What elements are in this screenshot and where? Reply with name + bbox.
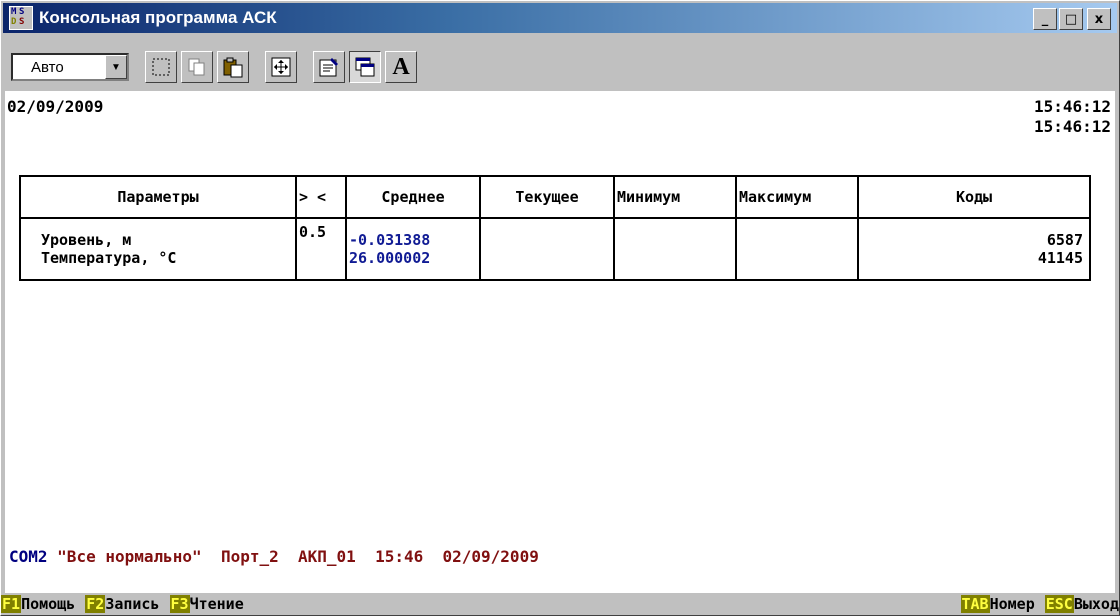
code-value: 6587	[1046, 231, 1083, 249]
copy-button[interactable]	[181, 51, 213, 83]
function-key-bar: F1 Помощь F2 Запись F3 Чтение TAB Номер ESC В…	[1, 593, 1119, 615]
window-title: Консольная программа АСК	[39, 8, 277, 27]
col-codes: Коды	[857, 175, 1091, 219]
col-threshold: > <	[295, 175, 347, 219]
copy-icon	[188, 58, 205, 76]
properties-icon	[319, 58, 338, 77]
table-row: Уровень, м Температура, °С 0.5 -0.031388…	[19, 217, 1091, 281]
chevron-down-icon[interactable]: ▼	[105, 55, 127, 79]
paste-button[interactable]	[217, 51, 249, 83]
properties-button[interactable]	[313, 51, 345, 83]
font-size-select[interactable]: Авто ▼	[11, 53, 129, 81]
status-message: "Все нормально"	[57, 547, 202, 566]
status-date: 02/09/2009	[442, 547, 539, 566]
cell-threshold: 0.5	[295, 217, 347, 281]
fkey-esc-label: Выход	[1073, 595, 1119, 613]
cell-avg: -0.031388 26.000002	[345, 217, 481, 281]
background-icon	[355, 57, 375, 77]
console-output: 02/09/2009 15:46:12 15:46:12 Параметры >…	[5, 91, 1115, 611]
ms-dos-icon: MS DS	[9, 6, 33, 30]
fkey-f1[interactable]: F1	[1, 595, 22, 613]
status-port-name: Порт_2	[220, 547, 279, 566]
avg-value: 26.000002	[349, 249, 431, 267]
fkey-tab-label: Номер	[989, 595, 1035, 613]
col-min: Минимум	[613, 175, 737, 219]
cell-params: Уровень, м Температура, °С	[19, 217, 297, 281]
fkey-f3-label: Чтение	[189, 595, 244, 613]
paste-icon	[223, 57, 243, 78]
font-icon: A	[392, 53, 410, 80]
table-header-row: Параметры > < Среднее Текущее Минимум Ма…	[19, 175, 1091, 219]
background-button[interactable]	[349, 51, 381, 83]
fkey-f2-label: Запись	[105, 595, 160, 613]
fullscreen-button[interactable]	[265, 51, 297, 83]
console-window: MS DS Консольная программа АСК _ □ x Авт…	[0, 0, 1120, 616]
minimize-button[interactable]: _	[1033, 8, 1057, 30]
status-time: 15:46	[375, 547, 424, 566]
fkey-f3[interactable]: F3	[169, 595, 190, 613]
cell-current	[479, 217, 615, 281]
col-avg: Среднее	[345, 175, 481, 219]
col-max: Максимум	[735, 175, 859, 219]
close-button[interactable]: x	[1087, 8, 1111, 30]
header-time-2: 15:46:12	[1033, 117, 1111, 136]
status-device: АКП_01	[298, 547, 356, 566]
cell-codes: 6587 41145	[857, 217, 1091, 281]
col-params: Параметры	[19, 175, 297, 219]
fkey-tab[interactable]: TAB	[960, 595, 990, 613]
fkey-f1-label: Помощь	[21, 595, 76, 613]
cell-min	[613, 217, 737, 281]
fkey-f2[interactable]: F2	[85, 595, 106, 613]
toolbar: Авто ▼ A	[3, 35, 1117, 91]
fkey-esc[interactable]: ESC	[1044, 595, 1074, 613]
param-name: Уровень, м	[41, 231, 132, 249]
font-button[interactable]: A	[385, 51, 417, 83]
fullscreen-icon	[271, 57, 291, 77]
header-time-1: 15:46:12	[1033, 97, 1111, 116]
status-port: COM2	[9, 547, 48, 566]
title-bar[interactable]: MS DS Консольная программа АСК _ □ x	[3, 3, 1117, 33]
param-name: Температура, °С	[41, 249, 177, 267]
header-date: 02/09/2009	[7, 97, 104, 116]
font-size-value: Авто	[31, 58, 64, 76]
col-current: Текущее	[479, 175, 615, 219]
mark-button[interactable]	[145, 51, 177, 83]
mark-icon	[152, 58, 170, 76]
avg-value: -0.031388	[349, 231, 431, 249]
cell-max	[735, 217, 859, 281]
maximize-button[interactable]: □	[1059, 8, 1083, 30]
code-value: 41145	[1037, 249, 1083, 267]
status-line: COM2 "Все нормально" Порт_2 АКП_01 15:46…	[9, 547, 539, 566]
parameters-table: Параметры > < Среднее Текущее Минимум Ма…	[19, 175, 1091, 281]
